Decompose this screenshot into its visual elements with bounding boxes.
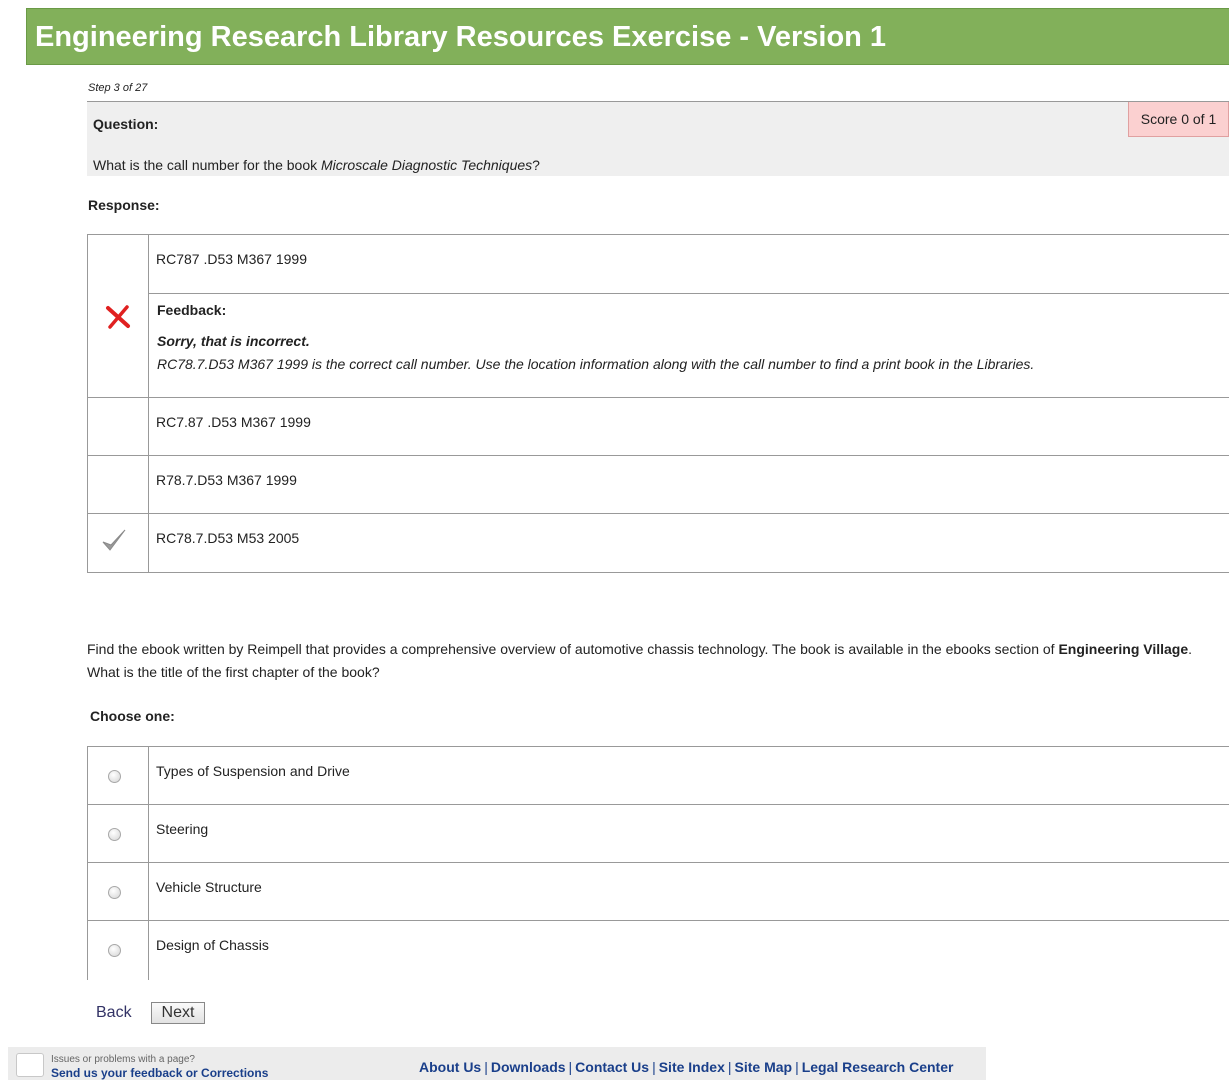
footer-separator: |	[484, 1059, 488, 1075]
choice-radio[interactable]	[108, 944, 121, 957]
feedback-summary: Sorry, that is incorrect.	[157, 333, 310, 349]
page-header-banner: Engineering Research Library Resources E…	[26, 8, 1229, 65]
choice-radio[interactable]	[108, 770, 121, 783]
response-option-text: RC78.7.D53 M53 2005	[156, 530, 300, 546]
checkmark-icon	[102, 529, 126, 551]
footer-link-contact-us[interactable]: Contact Us	[575, 1059, 649, 1075]
response-row-selected: RC787 .D53 M367 1999 Feedback: Sorry, th…	[87, 234, 1229, 398]
engineering-village-bold: Engineering Village	[1058, 641, 1189, 657]
choose-one-label: Choose one:	[90, 708, 175, 724]
footer-bar: Issues or problems with a page? Send us …	[8, 1047, 986, 1080]
page-title: Engineering Research Library Resources E…	[35, 21, 887, 53]
choice-radio-cell	[88, 863, 149, 920]
response-option-text: RC7.87 .D53 M367 1999	[156, 414, 311, 430]
feedback-label: Feedback:	[157, 302, 227, 318]
feedback-bubble-icon[interactable]	[16, 1053, 44, 1077]
choice-radio-cell	[88, 747, 149, 804]
choice-row[interactable]: Types of Suspension and Drive	[87, 746, 1229, 805]
back-link[interactable]: Back	[96, 1004, 132, 1022]
response-row: RC7.87 .D53 M367 1999	[87, 397, 1229, 456]
response-icon-cell	[88, 514, 149, 572]
footer-links: About Us | Downloads | Contact Us | Site Index…	[419, 1059, 953, 1075]
step-indicator: Step 3 of 27	[88, 82, 148, 94]
response-icon-cell	[88, 235, 149, 397]
footer-link-site-map[interactable]: Site Map	[735, 1059, 793, 1075]
feedback-panel: Feedback: Sorry, that is incorrect. RC78…	[149, 293, 1229, 397]
footer-separator: |	[568, 1059, 573, 1075]
choice-label[interactable]: Steering	[156, 821, 208, 837]
choice-radio[interactable]	[108, 886, 121, 899]
question-text-end: ?	[532, 157, 540, 173]
incorrect-x-icon	[106, 305, 130, 329]
send-feedback-link[interactable]: Send us your feedback or Corrections	[51, 1066, 268, 1080]
footer-separator: |	[652, 1059, 656, 1075]
response-option-text: R78.7.D53 M367 1999	[156, 472, 297, 488]
choice-radio[interactable]	[108, 828, 121, 841]
next-button[interactable]: Next	[151, 1002, 205, 1024]
response-option-text: RC787 .D53 M367 1999	[156, 251, 307, 267]
footer-link-downloads[interactable]: Downloads	[491, 1059, 566, 1075]
footer-separator: |	[795, 1059, 799, 1075]
response-label: Response:	[88, 197, 160, 213]
next-question-text: Find the ebook written by Reimpell that …	[87, 638, 1197, 684]
question-label: Question:	[93, 116, 159, 132]
choice-label[interactable]: Types of Suspension and Drive	[156, 763, 350, 779]
response-row: R78.7.D53 M367 1999	[87, 455, 1229, 514]
response-icon-cell	[88, 456, 149, 513]
choice-radio-cell	[88, 805, 149, 862]
choice-label[interactable]: Vehicle Structure	[156, 879, 262, 895]
choice-row[interactable]: Vehicle Structure	[87, 862, 1229, 921]
footer-separator: |	[727, 1059, 732, 1075]
question-box: Question: What is the call number for th…	[87, 101, 1229, 176]
question-text-start: What is the call number for the book	[93, 157, 321, 173]
choice-row[interactable]: Steering	[87, 804, 1229, 863]
footer-link-about-us[interactable]: About Us	[419, 1059, 481, 1075]
choice-radio-cell	[88, 921, 149, 980]
score-badge: Score 0 of 1	[1128, 102, 1229, 137]
next-question-text-start: Find the ebook written by Reimpell that …	[87, 641, 1059, 657]
footer-link-site-index[interactable]: Site Index	[659, 1059, 725, 1075]
choice-label[interactable]: Design of Chassis	[156, 937, 269, 953]
feedback-detail: RC78.7.D53 M367 1999 is the correct call…	[157, 356, 1035, 372]
issues-text: Issues or problems with a page?	[51, 1054, 195, 1065]
question-text: What is the call number for the book Mic…	[93, 157, 540, 173]
response-icon-cell	[88, 398, 149, 455]
footer-link-legal-research-center[interactable]: Legal Research Center	[802, 1059, 954, 1075]
choice-row[interactable]: Design of Chassis	[87, 920, 1229, 980]
question-book-title: Microscale Diagnostic Techniques	[321, 157, 533, 173]
response-row-correct: RC78.7.D53 M53 2005	[87, 513, 1229, 573]
